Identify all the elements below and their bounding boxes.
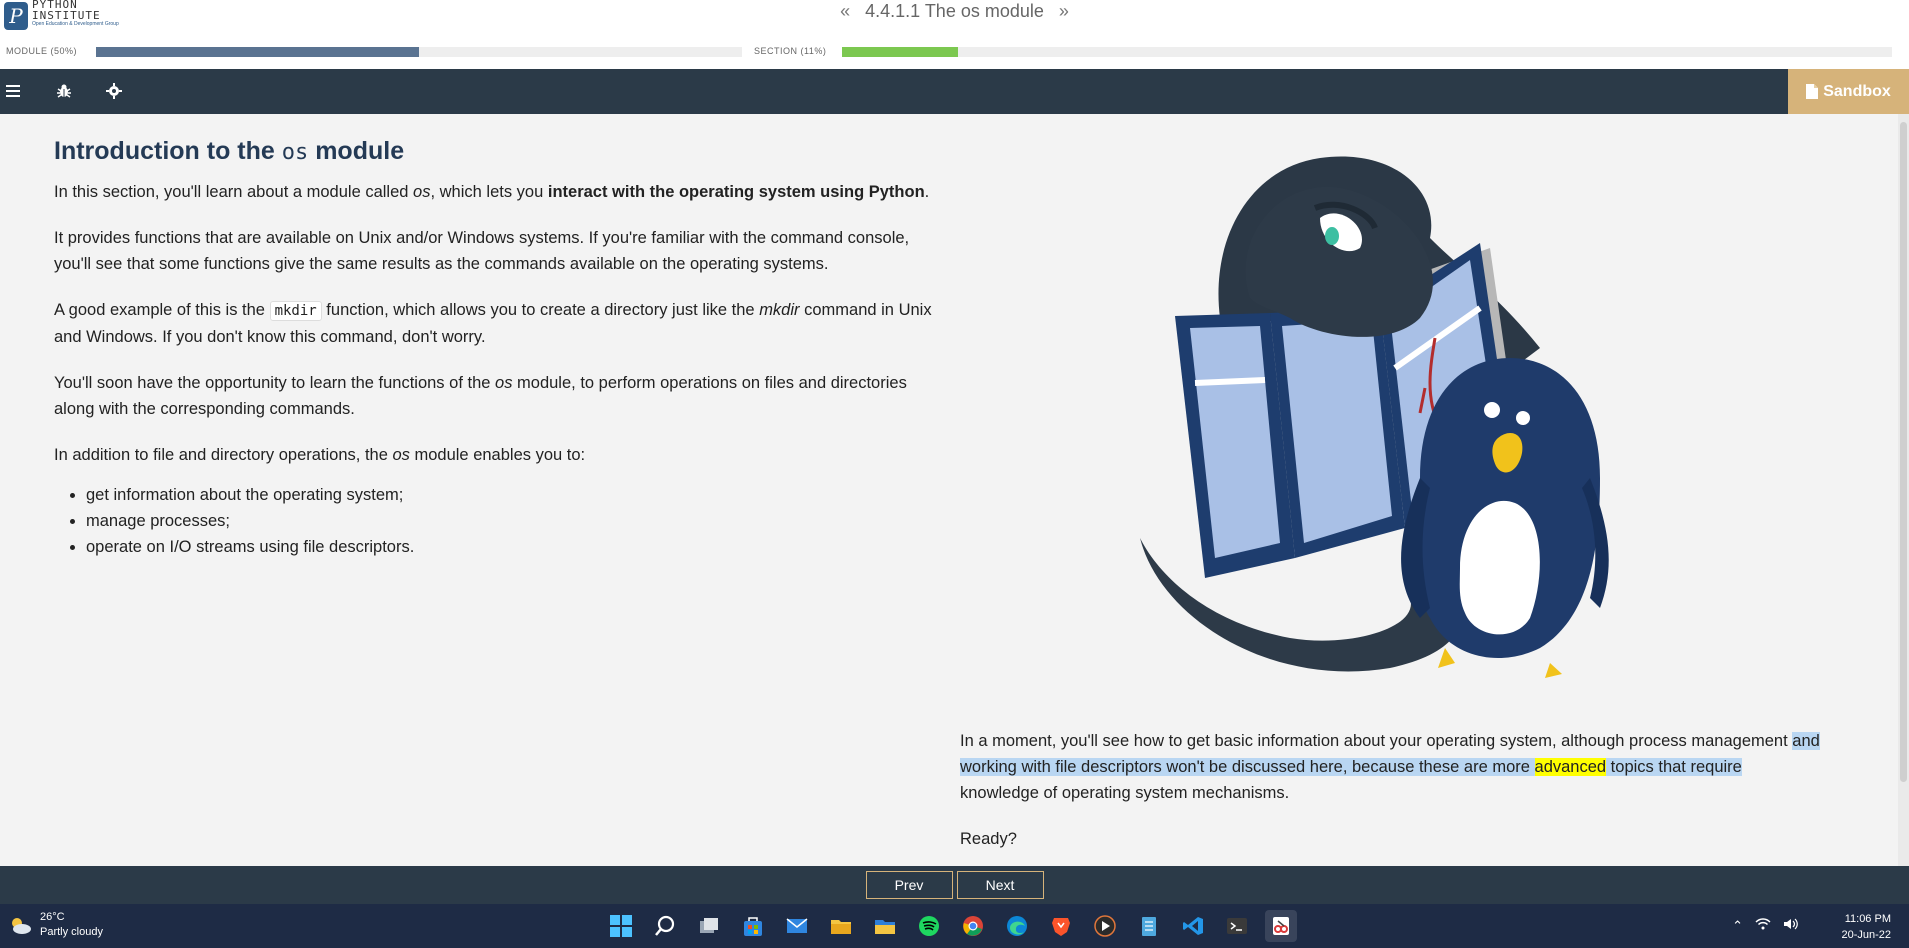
lesson-right-text: In a moment, you'll see how to get basic… [960, 728, 1820, 866]
snake-window-penguin-illustration [1140, 156, 1609, 678]
chrome-icon[interactable] [957, 910, 989, 942]
taskbar-apps [605, 910, 1297, 942]
list-item: operate on I/O streams using file descri… [86, 534, 934, 560]
clock-time: 11:06 PM [1844, 913, 1891, 925]
spotify-icon[interactable] [913, 910, 945, 942]
toolbar: Sandbox [0, 69, 1909, 114]
weather-widget[interactable]: 26°C Partly cloudy [8, 910, 103, 940]
gear-icon[interactable] [104, 81, 124, 101]
paragraph-2: It provides functions that are available… [54, 229, 910, 273]
header: P PYTHON INSTITUTE Open Education & Deve… [0, 0, 1909, 69]
windows-start-icon[interactable] [605, 910, 637, 942]
highlighted-word: advanced [1534, 758, 1607, 776]
lesson-content: Introduction to the os module In this se… [0, 114, 1898, 866]
paragraph-6: In a moment, you'll see how to get basic… [960, 732, 1820, 802]
weather-temp: 26°C [40, 911, 65, 923]
vscode-icon[interactable] [1177, 910, 1209, 942]
section-progress-label: SECTION (11%) [754, 46, 827, 56]
chevron-up-icon[interactable]: ⌃ [1732, 918, 1743, 934]
lesson-left-column: Introduction to the os module In this se… [54, 134, 934, 560]
section-progress-bar [842, 47, 1892, 57]
partly-cloudy-icon [12, 918, 31, 934]
paragraph-3: A good example of this is the mkdir func… [54, 301, 932, 346]
paragraph-ready: Ready? [960, 830, 1017, 848]
lesson-heading: Introduction to the os module [54, 137, 405, 165]
page-title: 4.4.1.1 The os module [865, 1, 1044, 21]
terminal-icon[interactable] [1221, 910, 1253, 942]
lesson-footer-nav: Prev Next [0, 866, 1909, 904]
section-progress-fill [842, 47, 958, 57]
snipping-tool-icon[interactable] [1265, 910, 1297, 942]
mkdir-code: mkdir [269, 301, 322, 321]
next-page-arrow[interactable]: » [1049, 1, 1079, 21]
system-tray: ⌃ [1732, 918, 1799, 934]
paragraph-1: In this section, you'll learn about a mo… [54, 183, 930, 201]
edge-icon[interactable] [1001, 910, 1033, 942]
task-view-icon[interactable] [693, 910, 725, 942]
content-scrollbar[interactable] [1898, 114, 1909, 866]
clock-date: 20-Jun-22 [1841, 929, 1891, 941]
sandbox-button[interactable]: Sandbox [1788, 69, 1909, 114]
list-item: get information about the operating syst… [86, 482, 934, 508]
taskbar-clock[interactable]: 11:06 PM 20-Jun-22 [1841, 911, 1891, 943]
module-progress-bar [96, 47, 742, 57]
bug-icon[interactable] [54, 81, 74, 101]
prev-button[interactable]: Prev [865, 871, 953, 899]
paragraph-4: You'll soon have the opportunity to lear… [54, 374, 907, 418]
brave-icon[interactable] [1045, 910, 1077, 942]
paragraph-5: In addition to file and directory operat… [54, 446, 586, 464]
capabilities-list: get information about the operating syst… [86, 482, 934, 560]
hamburger-icon[interactable] [4, 81, 24, 101]
media-player-icon[interactable] [1089, 910, 1121, 942]
weather-desc: Partly cloudy [40, 926, 103, 938]
file-icon [1806, 84, 1819, 99]
breadcrumb: « 4.4.1.1 The os module » [0, 1, 1909, 22]
logo-line3: Open Education & Development Group [32, 21, 119, 27]
file-explorer-icon[interactable] [825, 910, 857, 942]
sandbox-label: Sandbox [1823, 82, 1891, 100]
search-icon[interactable] [649, 910, 681, 942]
volume-icon[interactable] [1783, 918, 1799, 934]
list-item: manage processes; [86, 508, 934, 534]
next-button[interactable]: Next [956, 871, 1044, 899]
wifi-icon[interactable] [1755, 918, 1771, 934]
store-icon[interactable] [737, 910, 769, 942]
selected-text: topics that require [1606, 758, 1742, 776]
windows-taskbar: 26°C Partly cloudy ⌃ 11:06 PM 20-Jun-22 [0, 904, 1909, 948]
scrollbar-thumb[interactable] [1900, 122, 1907, 782]
mail-icon[interactable] [781, 910, 813, 942]
notepad-icon[interactable] [1133, 910, 1165, 942]
module-progress-label: MODULE (50%) [6, 46, 78, 56]
prev-page-arrow[interactable]: « [830, 1, 860, 21]
module-progress-fill [96, 47, 419, 57]
folder-icon[interactable] [869, 910, 901, 942]
